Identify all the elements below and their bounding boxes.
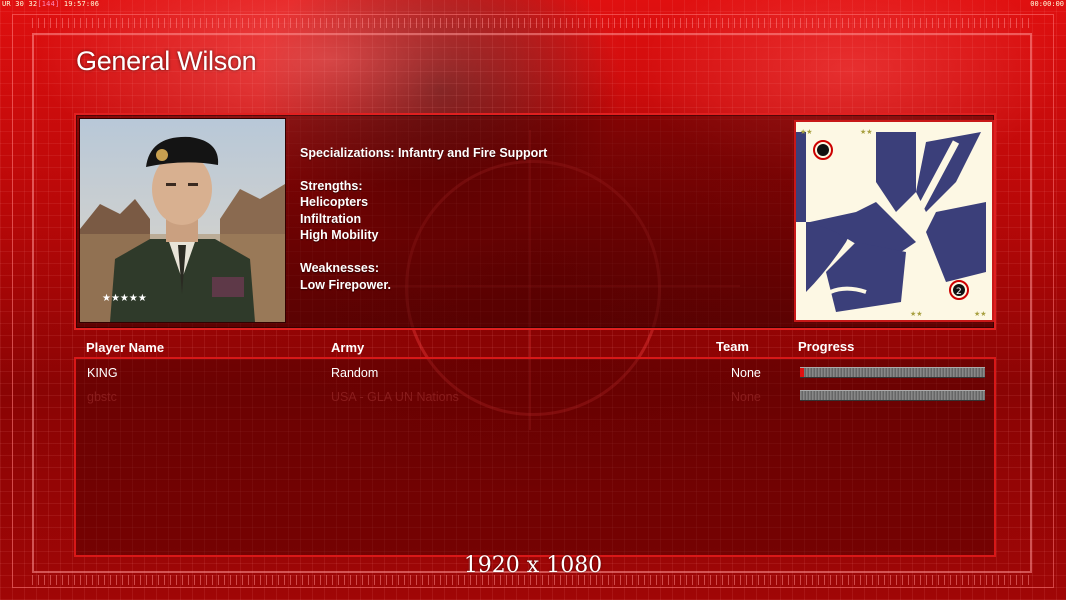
hud-bracket-value: [144]: [37, 0, 60, 8]
player-army: Random: [331, 366, 379, 380]
column-header-player: Player Name: [86, 340, 165, 355]
hud-fps-readout: UR 30 32[144] 19:57:06: [2, 0, 99, 8]
svg-text:★★★★★: ★★★★★: [102, 293, 147, 304]
strength-item: Helicopters: [300, 195, 369, 210]
player-army: USA - GLA UN Nations: [331, 390, 459, 404]
player-progress-fill: [800, 368, 804, 377]
general-name-title: General Wilson: [76, 46, 257, 76]
player-progress-bar: [800, 390, 985, 401]
hud-game-timer: 00:00:00: [1030, 0, 1064, 8]
column-header-army: Army: [331, 340, 365, 355]
hud-clock: 19:57:06: [63, 0, 100, 8]
player-team: None: [731, 366, 761, 380]
svg-text:★★: ★★: [974, 310, 987, 318]
general-portrait: ★★★★★: [79, 118, 286, 323]
general-description: Specializations: Infantry and Fire Suppo…: [300, 145, 547, 293]
specializations-text: Specializations: Infantry and Fire Suppo…: [300, 146, 548, 160]
weaknesses-header: Weaknesses:: [300, 260, 379, 275]
player-progress-bar: [800, 367, 985, 378]
column-header-team: Team: [716, 339, 749, 354]
svg-text:★★: ★★: [860, 128, 873, 136]
column-header-progress: Progress: [798, 339, 855, 354]
strength-item: High Mobility: [300, 228, 379, 243]
hud-counter: UR 30 32: [2, 0, 38, 8]
strengths-header: Strengths:: [300, 178, 363, 193]
player-team: None: [731, 390, 761, 404]
svg-text:★★: ★★: [800, 128, 813, 136]
strength-item: Infiltration: [300, 211, 362, 226]
svg-text:★★: ★★: [910, 310, 923, 318]
map-preview: 2 ★★ ★★ ★★ ★★: [794, 120, 994, 322]
player-name: KING: [87, 366, 118, 380]
weakness-item: Low Firepower.: [300, 277, 391, 292]
player-name: gbstc: [87, 390, 117, 404]
top-tick-strip: [32, 18, 1030, 28]
start-position-2-label: 2: [956, 287, 962, 297]
resolution-overlay: 1920 x 1080: [463, 553, 603, 578]
player-list-panel: [74, 357, 996, 557]
